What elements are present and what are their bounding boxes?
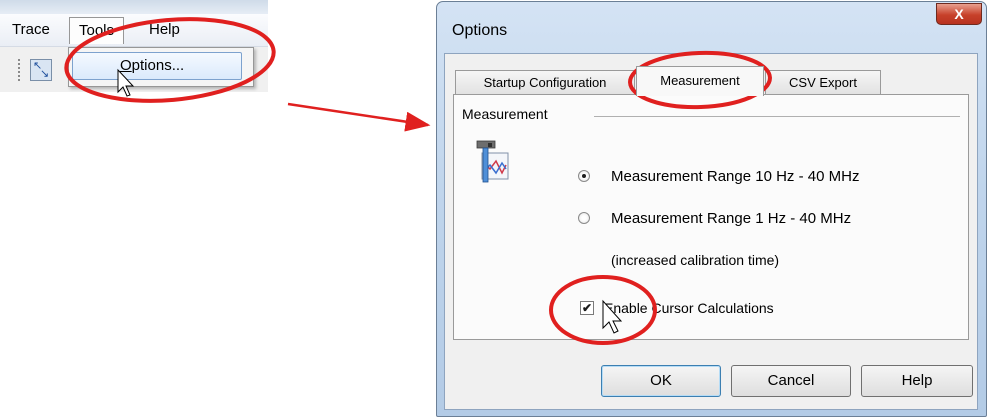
calibration-note: (increased calibration time)	[611, 252, 780, 268]
menu-snippet: Trace Tools Help ↖ ↘ Options...	[0, 0, 268, 92]
window-top-strip	[0, 0, 268, 14]
menu-item-options-label: Options...	[120, 57, 184, 74]
tab-measurement[interactable]: Measurement	[636, 66, 764, 96]
measurement-tab-page: Measurement Measurement Range 10 Hz - 40…	[453, 94, 969, 340]
dialog-client-area: Startup Configuration Measurement CSV Ex…	[444, 53, 978, 410]
cursor-calculations-label: Enable Cursor Calculations	[604, 300, 774, 316]
toolbar-tool-icon[interactable]: ↖ ↘	[30, 59, 52, 81]
annotation-arrow	[287, 102, 431, 132]
close-icon: X	[954, 6, 964, 22]
menu-item-tools[interactable]: Tools	[69, 17, 125, 44]
radio-label-10hz: Measurement Range 10 Hz - 40 MHz	[611, 168, 860, 185]
options-dialog: Options X Startup Configuration Measurem…	[436, 1, 987, 417]
menu-item-help[interactable]: Help	[149, 21, 180, 38]
radio-label-1hz: Measurement Range 1 Hz - 40 MHz	[611, 210, 852, 227]
toolbar-grip-icon[interactable]	[18, 59, 20, 81]
cancel-button[interactable]: Cancel	[731, 365, 851, 397]
ok-button[interactable]: OK	[601, 365, 721, 397]
options-mnemonic: O	[120, 57, 132, 74]
dialog-title: Options	[452, 22, 508, 39]
menubar: Trace Tools Help	[0, 14, 268, 47]
tools-dropdown-menu: Options...	[68, 47, 254, 87]
group-divider	[594, 116, 960, 117]
menu-item-options[interactable]: Options...	[72, 52, 242, 80]
radio-range-1hz[interactable]	[578, 212, 590, 224]
hammer-measurement-icon	[476, 140, 509, 183]
cursor-calculations-checkbox[interactable]: ✔	[580, 301, 594, 315]
tab-csv-export[interactable]: CSV Export	[765, 70, 881, 94]
close-button[interactable]: X	[936, 3, 982, 25]
menu-item-trace[interactable]: Trace	[12, 21, 50, 38]
radio-range-10hz[interactable]	[578, 170, 590, 182]
help-button[interactable]: Help	[861, 365, 973, 397]
tab-startup-configuration[interactable]: Startup Configuration	[455, 70, 635, 94]
checkmark-icon: ✔	[581, 301, 593, 315]
options-label-rest: ptions...	[131, 57, 185, 74]
group-label-measurement: Measurement	[462, 106, 554, 122]
